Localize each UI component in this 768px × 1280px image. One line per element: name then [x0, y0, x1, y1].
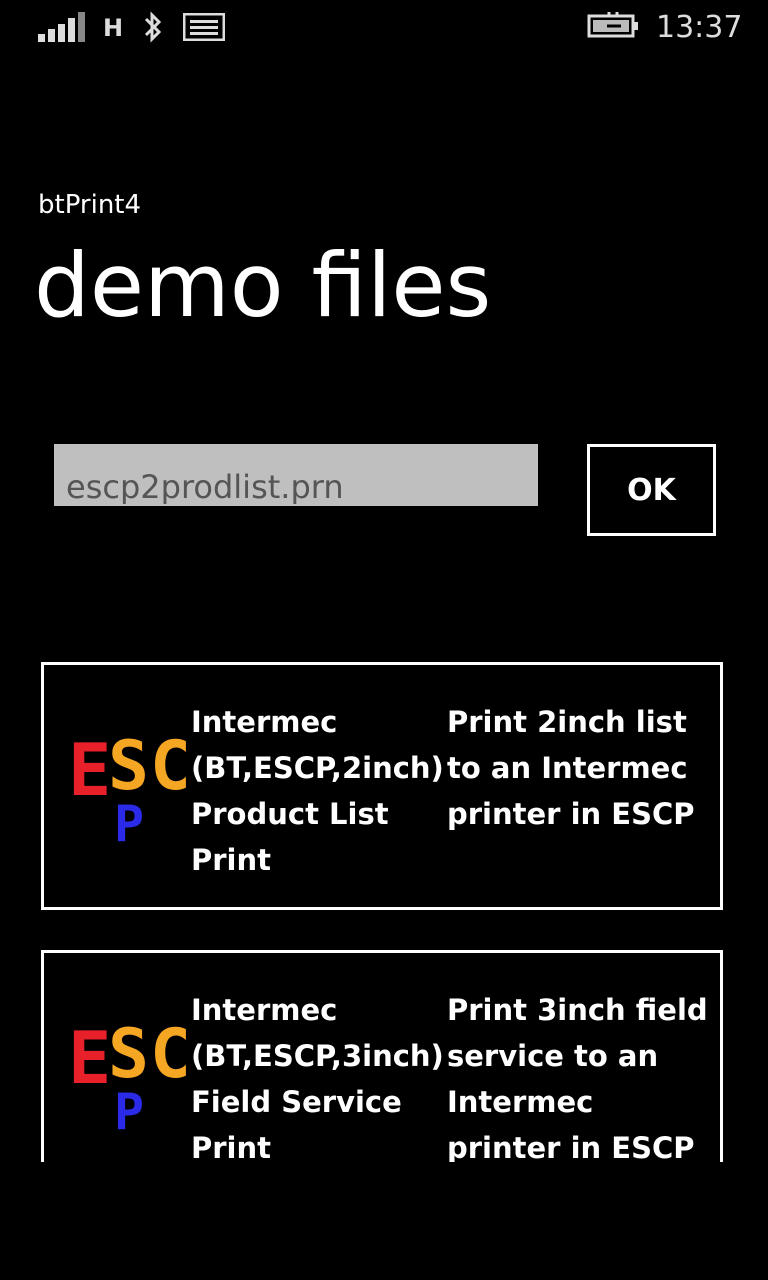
item-name-line: Intermec — [191, 705, 338, 739]
item-name-line: (BT,ESCP,2inch) — [191, 751, 444, 785]
logo-letter-e: E — [68, 731, 111, 812]
escp-logo-icon: E S C P — [68, 1019, 191, 1139]
filename-input[interactable]: escp2prodlist.prn — [54, 444, 538, 506]
bluetooth-icon — [144, 11, 162, 43]
item-name: Intermec (BT,ESCP,3inch) Field Service P… — [191, 987, 444, 1162]
item-name-line: Print — [191, 843, 272, 877]
app-title: btPrint4 — [38, 190, 142, 220]
item-name-line: Intermec — [191, 993, 338, 1027]
item-name-line: Product List — [191, 797, 389, 831]
logo-letter-p: P — [114, 795, 144, 851]
item-name-line: Print — [191, 1131, 272, 1162]
item-description-line: Print 2inch list — [447, 705, 687, 739]
item-description-line: Intermec — [447, 1085, 594, 1119]
logo-letter-c: C — [150, 731, 191, 806]
logo-letter-p: P — [114, 1083, 144, 1139]
item-description-line: Print 3inch field — [447, 993, 708, 1027]
logo-letter-c: C — [150, 1019, 191, 1094]
signal-strength-icon — [38, 12, 85, 42]
list-item[interactable]: E S C P Intermec (BT,ESCP,2inch) Product… — [41, 662, 723, 910]
item-name-line: Field Service — [191, 1085, 402, 1119]
item-description-line: service to an — [447, 1039, 659, 1073]
ok-button[interactable]: OK — [587, 444, 716, 536]
escp-logo-icon: E S C P — [68, 731, 191, 851]
item-name: Intermec (BT,ESCP,2inch) Product List Pr… — [191, 699, 444, 883]
status-bar: H 13:37 — [0, 0, 768, 56]
list-item[interactable]: E S C P Intermec (BT,ESCP,3inch) Field S… — [41, 950, 723, 1162]
item-description-line: to an Intermec — [447, 751, 688, 785]
battery-charging-icon — [587, 12, 638, 38]
demo-file-list[interactable]: E S C P Intermec (BT,ESCP,2inch) Product… — [0, 620, 768, 1162]
item-name-line: (BT,ESCP,3inch) — [191, 1039, 444, 1073]
item-description-line: printer in ESCP — [447, 797, 695, 831]
item-description: Print 2inch list to an Intermec printer … — [447, 699, 719, 837]
page-title: demo files — [34, 234, 492, 337]
network-type-label: H — [103, 14, 124, 42]
item-description: Print 3inch field service to an Intermec… — [447, 987, 719, 1162]
clock: 13:37 — [656, 10, 743, 45]
logo-letter-e: E — [68, 1019, 111, 1100]
message-icon — [183, 13, 225, 41]
item-description-line: printer in ESCP — [447, 1131, 695, 1162]
filename-input-value: escp2prodlist.prn — [66, 468, 344, 506]
